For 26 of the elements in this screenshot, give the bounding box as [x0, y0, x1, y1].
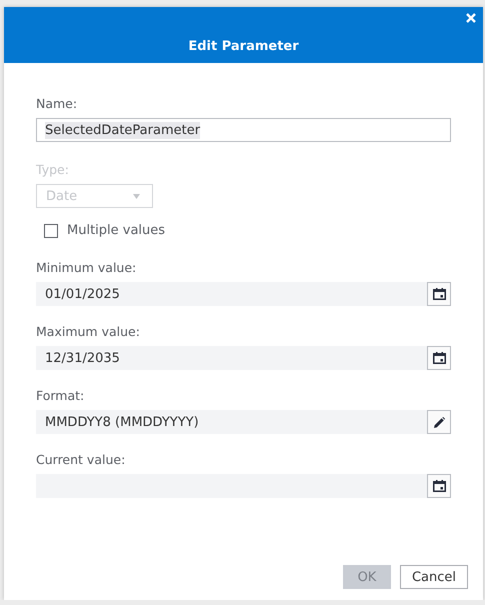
checkbox[interactable] — [44, 224, 58, 238]
calendar-button[interactable] — [427, 474, 451, 498]
field-label: Type: — [36, 162, 70, 178]
date-field[interactable] — [36, 474, 427, 498]
field-label: Format: — [36, 388, 86, 404]
calendar-icon — [432, 480, 446, 492]
field-label: Minimum value: — [36, 260, 138, 276]
dialog-title: Edit Parameter — [188, 39, 299, 54]
field-label: Current value: — [36, 452, 126, 468]
format-field[interactable]: MMDDYY8 (MMDDYYYY) — [36, 410, 427, 434]
field-label: Maximum value: — [36, 324, 141, 340]
pencil-icon — [434, 416, 444, 428]
edit-button[interactable] — [427, 410, 451, 434]
close-icon — [464, 11, 478, 25]
date-field[interactable]: 01/01/2025 — [36, 282, 427, 306]
input-field[interactable]: SelectedDateParameter — [36, 118, 451, 142]
calendar-button[interactable] — [427, 282, 451, 306]
caret-icon — [133, 194, 140, 198]
field-label: Name: — [36, 96, 78, 112]
close-button[interactable] — [464, 11, 478, 25]
calendar-button[interactable] — [427, 346, 451, 370]
calendar-icon — [432, 288, 446, 300]
calendar-icon — [432, 352, 446, 364]
date-field[interactable]: 12/31/2035 — [36, 346, 427, 370]
cancel-button[interactable]: Cancel — [400, 565, 468, 589]
checkbox-label: Multiple values — [67, 223, 166, 238]
